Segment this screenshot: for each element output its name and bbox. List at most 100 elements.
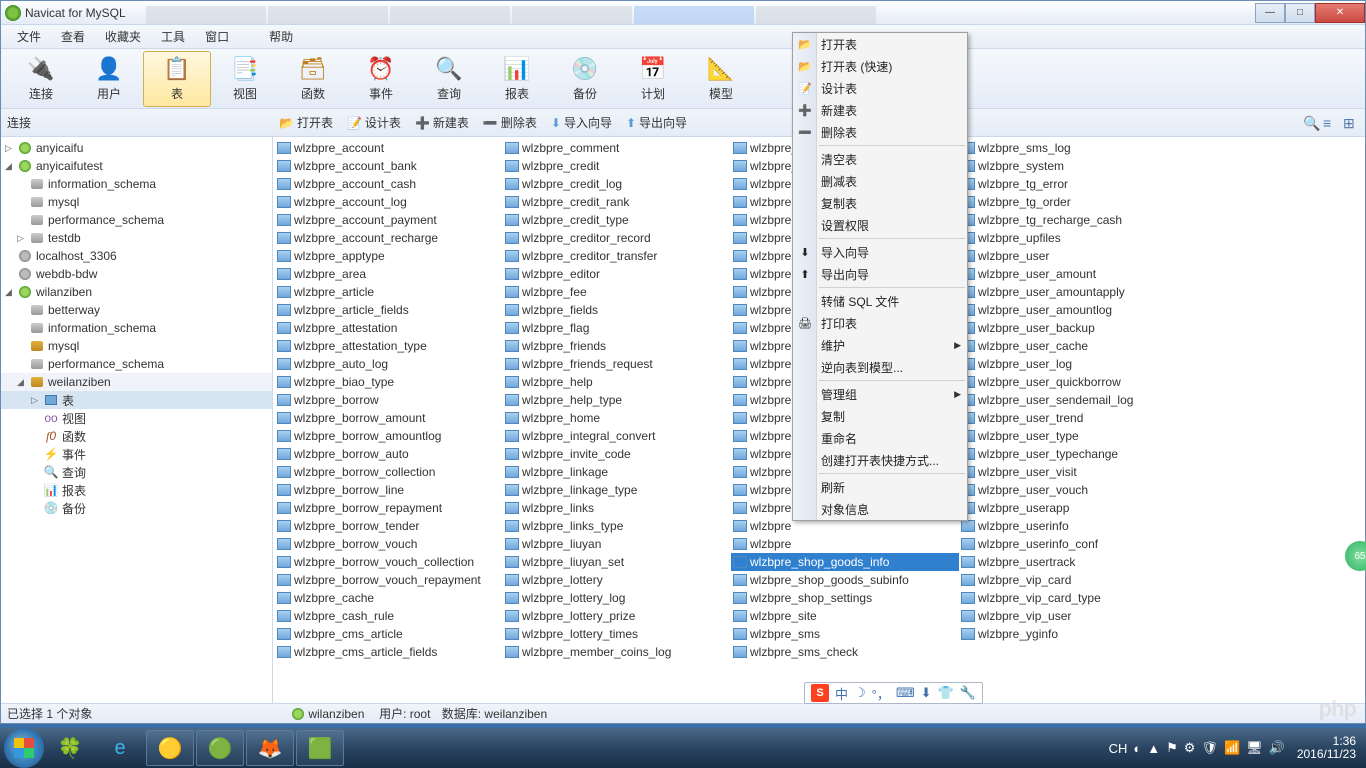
ctx-删减表[interactable]: 删减表 <box>793 170 967 192</box>
ime-toolbar[interactable]: S 中 ☽ °， ⌨ ⬇ 👕 🔧 <box>804 682 983 704</box>
table-wlzbpre_borrow_auto[interactable]: wlzbpre_borrow_auto <box>275 445 503 463</box>
system-tray[interactable]: CH ◐ ▲ ⚑ ⚙ 🛡 📶 🖥 🔊 1:36 2016/11/23 <box>1109 735 1366 761</box>
list-view-icon[interactable]: ≡ <box>1323 115 1339 131</box>
table-wlzbpre_account[interactable]: wlzbpre_account <box>275 139 503 157</box>
table-wlzbpre_site[interactable]: wlzbpre_site <box>731 607 959 625</box>
tray-gear-icon[interactable]: ⚙ <box>1184 740 1196 756</box>
tree-information_schema[interactable]: information_schema <box>1 175 272 193</box>
ctx-重命名[interactable]: 重命名 <box>793 427 967 449</box>
tray-pc-icon[interactable]: 🖥 <box>1246 740 1263 756</box>
toolbar-连接[interactable]: 🔌连接 <box>7 51 75 107</box>
tree-函数[interactable]: f0函数 <box>1 427 272 445</box>
subaction-新建表[interactable]: ➕新建表 <box>409 112 475 133</box>
toolbar-计划[interactable]: 📅计划 <box>619 51 687 107</box>
table-wlzbpre_help[interactable]: wlzbpre_help <box>503 373 731 391</box>
toolbar-视图[interactable]: 📑视图 <box>211 51 279 107</box>
table-wlzbpre_user_cache[interactable]: wlzbpre_user_cache <box>959 337 1187 355</box>
start-button[interactable] <box>4 728 44 768</box>
table-wlzbpre_links[interactable]: wlzbpre_links <box>503 499 731 517</box>
table-wlzbpre_cms_article_fields[interactable]: wlzbpre_cms_article_fields <box>275 643 503 661</box>
table-wlzbpre_links_type[interactable]: wlzbpre_links_type <box>503 517 731 535</box>
table-wlzbpre_sms_check[interactable]: wlzbpre_sms_check <box>731 643 959 661</box>
table-wlzbpre_user_quickborrow[interactable]: wlzbpre_user_quickborrow <box>959 373 1187 391</box>
table-wlzbpre_usertrack[interactable]: wlzbpre_usertrack <box>959 553 1187 571</box>
table-wlzbpre_upfiles[interactable]: wlzbpre_upfiles <box>959 229 1187 247</box>
ime-lang[interactable]: 中 <box>835 684 848 703</box>
table-wlzbpre_system[interactable]: wlzbpre_system <box>959 157 1187 175</box>
tree-mysql[interactable]: mysql <box>1 337 272 355</box>
ctx-对象信息[interactable]: 对象信息 <box>793 498 967 520</box>
table-wlzbpre_borrow_amount[interactable]: wlzbpre_borrow_amount <box>275 409 503 427</box>
ctx-管理组[interactable]: 管理组▶ <box>793 383 967 405</box>
ctx-导出向导[interactable]: ⬆导出向导 <box>793 263 967 285</box>
table-wlzbpre_auto_log[interactable]: wlzbpre_auto_log <box>275 355 503 373</box>
ctx-创建打开表快捷方式...[interactable]: 创建打开表快捷方式... <box>793 449 967 471</box>
table-wlzbpre_shop_goods_info[interactable]: wlzbpre_shop_goods_info <box>731 553 959 571</box>
ctx-转储 SQL 文件[interactable]: 转储 SQL 文件 <box>793 290 967 312</box>
tree-weilanziben[interactable]: ◢weilanziben <box>1 373 272 391</box>
table-wlzbpre_account_cash[interactable]: wlzbpre_account_cash <box>275 175 503 193</box>
tree-mysql[interactable]: mysql <box>1 193 272 211</box>
table-wlzbpre_creditor_record[interactable]: wlzbpre_creditor_record <box>503 229 731 247</box>
tray-net-icon[interactable]: 📶 <box>1224 740 1240 756</box>
table-wlzbpre_article_fields[interactable]: wlzbpre_article_fields <box>275 301 503 319</box>
table-wlzbpre_attestation_type[interactable]: wlzbpre_attestation_type <box>275 337 503 355</box>
table-wlzbpre_user[interactable]: wlzbpre_user <box>959 247 1187 265</box>
ctx-逆向表到模型...[interactable]: 逆向表到模型... <box>793 356 967 378</box>
tray-icon[interactable]: ◐ <box>1133 741 1141 756</box>
ctx-导入向导[interactable]: ⬇导入向导 <box>793 241 967 263</box>
table-wlzbpre_user_amountlog[interactable]: wlzbpre_user_amountlog <box>959 301 1187 319</box>
table-wlzbpre_sms_log[interactable]: wlzbpre_sms_log <box>959 139 1187 157</box>
table-wlzbpre_linkage_type[interactable]: wlzbpre_linkage_type <box>503 481 731 499</box>
table-wlzbpre_friends_request[interactable]: wlzbpre_friends_request <box>503 355 731 373</box>
table-context-menu[interactable]: 📂打开表📂打开表 (快速)📝设计表➕新建表➖删除表清空表删减表复制表设置权限⬇导… <box>792 32 968 521</box>
table-wlzbpre_fee[interactable]: wlzbpre_fee <box>503 283 731 301</box>
table-wlzbpre_user_trend[interactable]: wlzbpre_user_trend <box>959 409 1187 427</box>
ctx-打开表 (快速)[interactable]: 📂打开表 (快速) <box>793 55 967 77</box>
table-wlzbpre_userapp[interactable]: wlzbpre_userapp <box>959 499 1187 517</box>
table-wlzbpre_borrow[interactable]: wlzbpre_borrow <box>275 391 503 409</box>
table-wlzbpre_shop_goods_subinfo[interactable]: wlzbpre_shop_goods_subinfo <box>731 571 959 589</box>
ime-down-icon[interactable]: ⬇ <box>921 685 932 701</box>
table-wlzbpre_cache[interactable]: wlzbpre_cache <box>275 589 503 607</box>
subaction-导入向导[interactable]: ⬇导入向导 <box>545 112 618 133</box>
ctx-设置权限[interactable]: 设置权限 <box>793 214 967 236</box>
table-wlzbpre_vip_card_type[interactable]: wlzbpre_vip_card_type <box>959 589 1187 607</box>
table-wlzbpre_liuyan_set[interactable]: wlzbpre_liuyan_set <box>503 553 731 571</box>
ctx-打印表[interactable]: 🖨打印表 <box>793 312 967 334</box>
table-wlzbpre_lottery[interactable]: wlzbpre_lottery <box>503 571 731 589</box>
table-wlzbpre_cash_rule[interactable]: wlzbpre_cash_rule <box>275 607 503 625</box>
table-wlzbpre_credit[interactable]: wlzbpre_credit <box>503 157 731 175</box>
table-wlzbpre_credit_log[interactable]: wlzbpre_credit_log <box>503 175 731 193</box>
task-firefox[interactable]: 🦊 <box>246 730 294 766</box>
tray-up-icon[interactable]: ▲ <box>1147 741 1160 756</box>
table-wlzbpre_borrow_collection[interactable]: wlzbpre_borrow_collection <box>275 463 503 481</box>
table-wlzbpre_help_type[interactable]: wlzbpre_help_type <box>503 391 731 409</box>
table-wlzbpre_creditor_transfer[interactable]: wlzbpre_creditor_transfer <box>503 247 731 265</box>
close-button[interactable]: ✕ <box>1315 3 1365 23</box>
tree-testdb[interactable]: ▷testdb <box>1 229 272 247</box>
table-wlzbpre_biao_type[interactable]: wlzbpre_biao_type <box>275 373 503 391</box>
table-wlzbpre_vip_card[interactable]: wlzbpre_vip_card <box>959 571 1187 589</box>
tree-报表[interactable]: 📊报表 <box>1 481 272 499</box>
toolbar-事件[interactable]: ⏰事件 <box>347 51 415 107</box>
table-wlzbpre_borrow_vouch_repayment[interactable]: wlzbpre_borrow_vouch_repayment <box>275 571 503 589</box>
table-wlzbpre_userinfo_conf[interactable]: wlzbpre_userinfo_conf <box>959 535 1187 553</box>
tree-视图[interactable]: oo视图 <box>1 409 272 427</box>
minimize-button[interactable]: — <box>1255 3 1285 23</box>
tray-shield-icon[interactable]: 🛡 <box>1201 740 1218 756</box>
table-wlzbpre_user_log[interactable]: wlzbpre_user_log <box>959 355 1187 373</box>
tree-betterway[interactable]: betterway <box>1 301 272 319</box>
ctx-删除表[interactable]: ➖删除表 <box>793 121 967 143</box>
table-wlzbpre_credit_rank[interactable]: wlzbpre_credit_rank <box>503 193 731 211</box>
table-wlzbpre_yginfo[interactable]: wlzbpre_yginfo <box>959 625 1187 643</box>
ime-keyboard-icon[interactable]: ⌨ <box>896 685 915 701</box>
table-wlzbpre_lottery_times[interactable]: wlzbpre_lottery_times <box>503 625 731 643</box>
tree-webdb-bdw[interactable]: webdb-bdw <box>1 265 272 283</box>
toolbar-查询[interactable]: 🔍查询 <box>415 51 483 107</box>
toolbar-表[interactable]: 📋表 <box>143 51 211 107</box>
task-app2[interactable]: 🟢 <box>196 730 244 766</box>
table-wlzbpre_user_type[interactable]: wlzbpre_user_type <box>959 427 1187 445</box>
menu-5[interactable]: 帮助 <box>259 26 303 47</box>
table-wlzbpre_account_log[interactable]: wlzbpre_account_log <box>275 193 503 211</box>
